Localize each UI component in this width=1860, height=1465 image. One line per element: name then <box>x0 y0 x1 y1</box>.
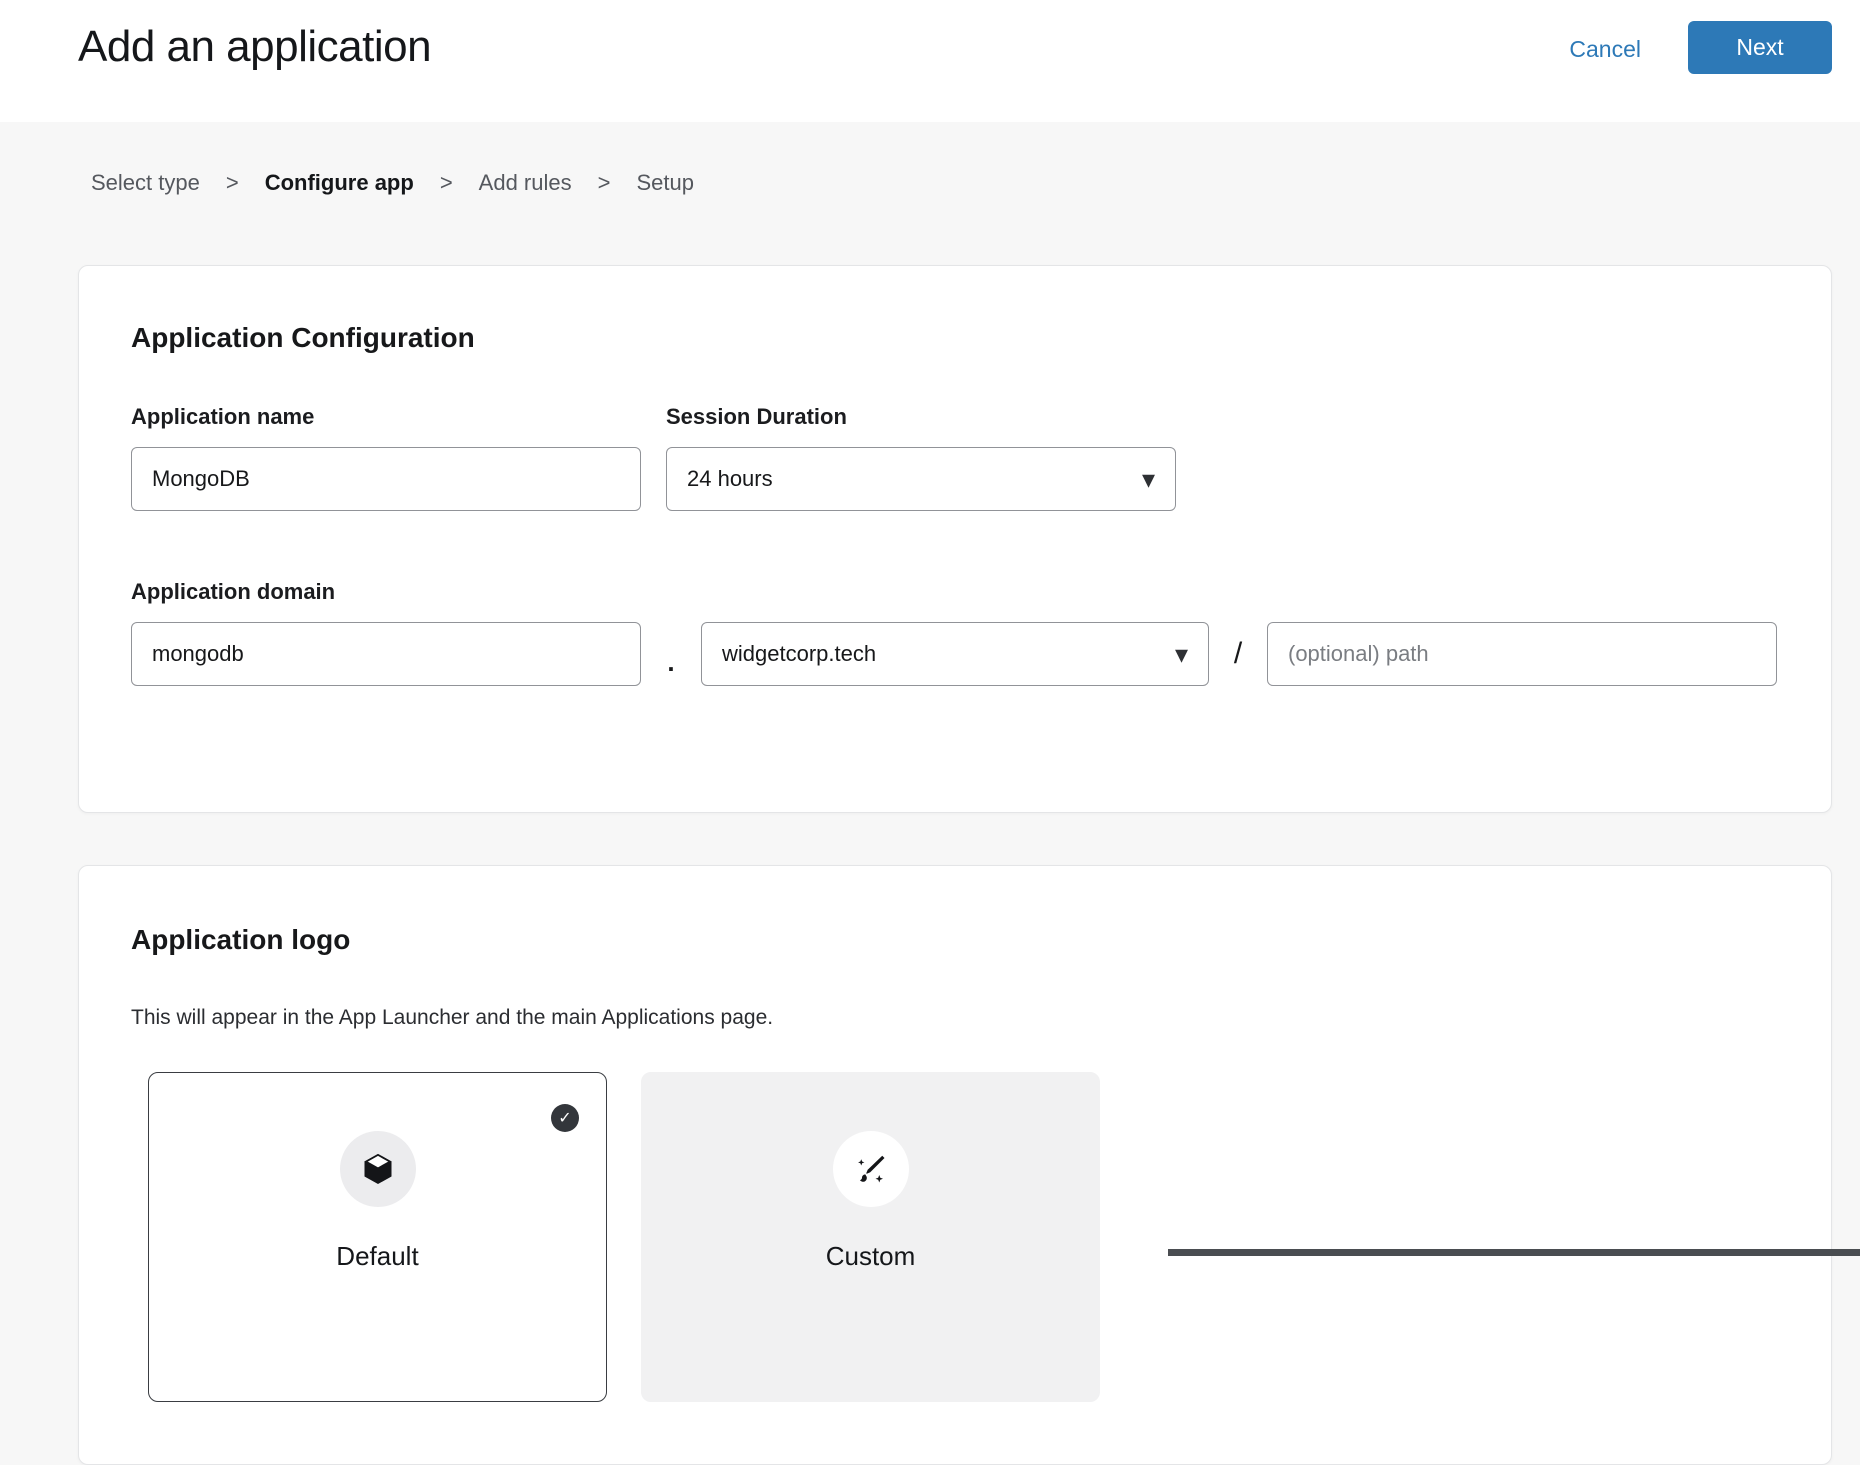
breadcrumb-separator: > <box>440 170 453 196</box>
breadcrumb-separator: > <box>226 170 239 196</box>
next-button[interactable]: Next <box>1688 21 1832 74</box>
application-configuration-card: Application Configuration Application na… <box>78 265 1832 813</box>
domain-select[interactable]: widgetcorp.tech ▾ <box>701 622 1209 686</box>
session-duration-select[interactable]: 24 hours ▾ <box>666 447 1176 511</box>
logo-option-default[interactable]: ✓ Default <box>148 1072 607 1402</box>
domain-dot-separator: . <box>641 647 701 678</box>
application-name-field: Application name <box>131 404 641 511</box>
application-domain-label: Application domain <box>131 579 335 604</box>
session-duration-label: Session Duration <box>666 404 1176 430</box>
application-configuration-title: Application Configuration <box>131 322 1779 354</box>
page-title: Add an application <box>78 22 431 72</box>
breadcrumb-step-add-rules[interactable]: Add rules <box>479 170 572 196</box>
logo-option-label: Default <box>336 1241 418 1272</box>
application-name-label: Application name <box>131 404 641 430</box>
cube-icon <box>360 1151 396 1187</box>
logo-option-label: Custom <box>826 1241 916 1272</box>
selected-check-badge: ✓ <box>551 1104 579 1132</box>
application-logo-card: Application logo This will appear in the… <box>78 865 1832 1465</box>
logo-options: ✓ Default Custom <box>148 1072 1779 1402</box>
brush-icon <box>853 1151 889 1187</box>
application-logo-description: This will appear in the App Launcher and… <box>131 1006 1779 1030</box>
default-logo-circle <box>340 1131 416 1207</box>
application-name-input[interactable] <box>131 447 641 511</box>
session-duration-field: Session Duration 24 hours ▾ <box>666 404 1176 511</box>
breadcrumb-step-setup[interactable]: Setup <box>636 170 694 196</box>
breadcrumb-step-select-type[interactable]: Select type <box>91 170 200 196</box>
logo-option-custom[interactable]: Custom <box>641 1072 1100 1402</box>
horizontal-scrollbar[interactable] <box>1168 1249 1860 1256</box>
session-duration-value: 24 hours <box>687 466 773 492</box>
breadcrumb: Select type > Configure app > Add rules … <box>91 170 694 196</box>
page-header: Add an application Cancel Next <box>0 0 1860 122</box>
chevron-down-icon: ▾ <box>1142 466 1155 492</box>
custom-logo-circle <box>833 1131 909 1207</box>
subdomain-input[interactable] <box>131 622 641 686</box>
path-input[interactable] <box>1267 622 1777 686</box>
chevron-down-icon: ▾ <box>1175 641 1188 667</box>
domain-slash-separator: / <box>1209 637 1267 671</box>
breadcrumb-separator: > <box>598 170 611 196</box>
domain-select-value: widgetcorp.tech <box>722 641 876 667</box>
check-icon: ✓ <box>558 1108 571 1128</box>
breadcrumb-step-configure-app[interactable]: Configure app <box>265 170 414 196</box>
cancel-button[interactable]: Cancel <box>1569 36 1641 63</box>
application-logo-title: Application logo <box>131 924 1779 956</box>
